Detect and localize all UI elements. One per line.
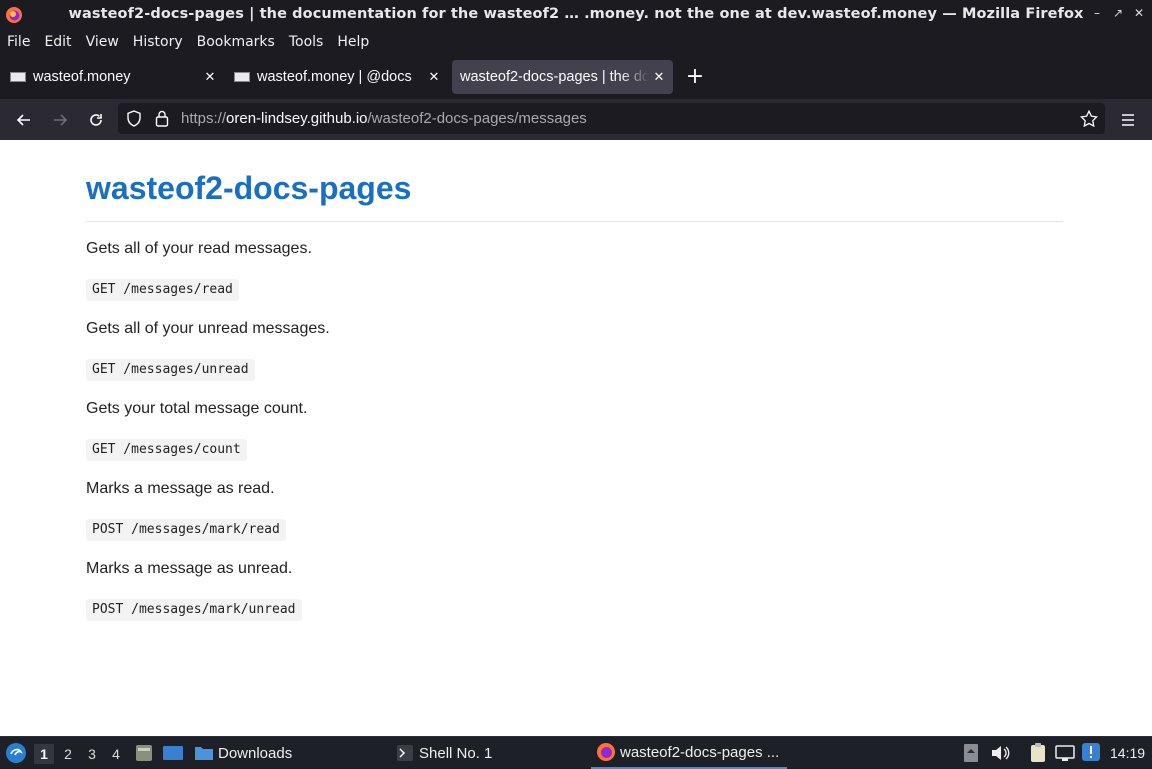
task-label: Shell No. 1 [419, 744, 493, 762]
tab-label: wasteof.money [33, 69, 131, 85]
taskbar: 1 2 3 4 Downloads Shell No. 1 wasteof2-d… [0, 736, 1152, 769]
workspace-3[interactable]: 3 [82, 744, 102, 764]
task-firefox[interactable]: wasteof2-docs-pages ... [591, 737, 787, 769]
forward-icon[interactable] [47, 107, 73, 133]
hamburger-menu-icon[interactable] [1115, 107, 1141, 133]
endpoint-code: POST /messages/mark/unread [86, 599, 302, 621]
tab-wasteof2-docs-pages[interactable]: wasteof2-docs-pages | the documentation … [452, 60, 673, 94]
endpoint-description: Marks a message as unread. [86, 560, 293, 577]
endpoint-description: Gets all of your read messages. [86, 240, 312, 257]
clipboard-icon[interactable] [1028, 742, 1048, 764]
task-shell[interactable]: Shell No. 1 [396, 737, 492, 769]
tracking-protection-shield-icon[interactable] [126, 110, 142, 127]
site-favicon-icon [10, 72, 26, 82]
menu-bookmarks[interactable]: Bookmarks [197, 34, 275, 50]
maximize-icon[interactable]: ↗ [1111, 6, 1125, 20]
start-menu-icon[interactable] [5, 742, 27, 764]
lock-icon[interactable] [155, 110, 169, 127]
tab-label: wasteof.money | @docs [257, 69, 412, 85]
url-host: oren-lindsey.github.io [226, 110, 368, 127]
endpoint-code: POST /messages/mark/read [86, 519, 286, 541]
page-title[interactable]: wasteof2-docs-pages [86, 170, 411, 207]
endpoint-code: GET /messages/unread [86, 359, 255, 381]
new-tab-icon[interactable]: + [684, 63, 706, 91]
tab-wasteof-docs[interactable]: wasteof.money | @docs ✕ [224, 60, 448, 94]
endpoint-description: Gets your total message count. [86, 400, 308, 417]
close-window-icon[interactable]: ✕ [1132, 6, 1146, 20]
task-label: Downloads [218, 744, 293, 762]
menu-tools[interactable]: Tools [289, 34, 324, 50]
tray-up-arrow-icon[interactable] [963, 743, 979, 763]
endpoint-code: GET /messages/read [86, 279, 239, 301]
close-tab-icon[interactable]: ✕ [424, 69, 444, 85]
workspace-2[interactable]: 2 [58, 744, 78, 764]
endpoint-code: GET /messages/count [86, 439, 247, 461]
tab-strip: wasteof.money ✕ wasteof.money | @docs ✕ … [0, 55, 1152, 99]
tab-wasteof-money[interactable]: wasteof.money ✕ [0, 60, 224, 94]
endpoint-description: Marks a message as read. [86, 480, 275, 497]
network-icon[interactable] [1055, 744, 1075, 762]
task-downloads[interactable]: Downloads [194, 737, 292, 769]
endpoint-description: Gets all of your unread messages. [86, 320, 330, 337]
menu-help[interactable]: Help [337, 34, 369, 50]
menu-history[interactable]: History [133, 34, 183, 50]
url-path: /wasteof2-docs-pages/messages [367, 110, 587, 127]
menu-view[interactable]: View [86, 34, 119, 50]
site-favicon-icon [234, 72, 250, 82]
clock[interactable]: 14:19 [1110, 737, 1145, 769]
workspace-4[interactable]: 4 [106, 744, 126, 764]
bookmark-star-icon[interactable] [1080, 110, 1098, 127]
menu-file[interactable]: File [7, 34, 30, 50]
minimize-icon[interactable]: – [1090, 6, 1104, 20]
page-content: wasteof2-docs-pages Gets all of your rea… [0, 140, 1152, 736]
address-bar[interactable]: https://oren-lindsey.github.io/wasteof2-… [118, 103, 1105, 134]
close-tab-icon[interactable]: ✕ [649, 69, 669, 85]
menu-edit[interactable]: Edit [44, 34, 71, 50]
window-title: wasteof2-docs-pages | the documentation … [68, 6, 1084, 22]
window-titlebar: wasteof2-docs-pages | the documentation … [0, 0, 1152, 30]
task-label: wasteof2-docs-pages ... [620, 743, 780, 761]
reload-icon[interactable] [83, 107, 109, 133]
tab-label: wasteof2-docs-pages | the documentation [460, 69, 649, 85]
notification-icon[interactable] [1081, 742, 1101, 762]
firefox-icon [597, 743, 615, 761]
close-tab-icon[interactable]: ✕ [200, 69, 220, 85]
url-scheme: https:// [181, 110, 227, 127]
title-divider [86, 221, 1063, 222]
url-text[interactable]: https://oren-lindsey.github.io/wasteof2-… [181, 110, 587, 127]
file-manager-icon[interactable] [134, 743, 154, 763]
terminal-icon [397, 745, 413, 761]
workspace-1[interactable]: 1 [34, 744, 54, 764]
navigation-toolbar: https://oren-lindsey.github.io/wasteof2-… [0, 99, 1152, 140]
back-icon[interactable] [11, 107, 37, 133]
volume-icon[interactable] [990, 744, 1010, 762]
folder-icon [195, 747, 213, 760]
menu-bar: File Edit View History Bookmarks Tools H… [0, 30, 1152, 53]
show-desktop-icon[interactable] [162, 744, 184, 762]
